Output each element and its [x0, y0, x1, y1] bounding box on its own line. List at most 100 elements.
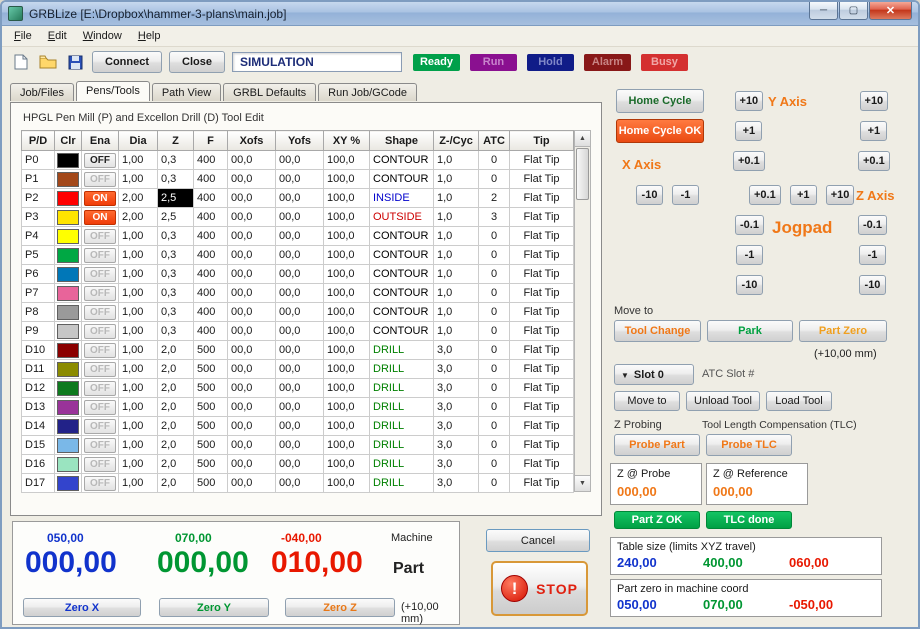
- cell-tip[interactable]: Flat Tip: [510, 322, 574, 341]
- jog-y-minus1[interactable]: -1: [736, 245, 763, 265]
- cell-color[interactable]: [55, 265, 82, 284]
- cell-shape[interactable]: CONTOUR: [370, 246, 434, 265]
- cell-pd[interactable]: P8: [22, 303, 55, 322]
- cell-enable[interactable]: OFF: [82, 265, 119, 284]
- part-zero-button[interactable]: Part Zero: [799, 320, 887, 342]
- cell-color[interactable]: [55, 436, 82, 455]
- cell-z[interactable]: 2,0: [158, 455, 194, 474]
- cell-xy[interactable]: 100,0: [324, 455, 370, 474]
- cell-xofs[interactable]: 00,0: [228, 208, 276, 227]
- cell-tip[interactable]: Flat Tip: [510, 455, 574, 474]
- cell-dia[interactable]: 1,00: [119, 284, 158, 303]
- cell-enable[interactable]: OFF: [82, 227, 119, 246]
- cell-atc[interactable]: 0: [479, 341, 510, 360]
- cell-xofs[interactable]: 00,0: [228, 360, 276, 379]
- cell-shape[interactable]: CONTOUR: [370, 227, 434, 246]
- cell-pd[interactable]: D14: [22, 417, 55, 436]
- cell-dia[interactable]: 1,00: [119, 227, 158, 246]
- enable-toggle[interactable]: OFF: [84, 476, 116, 491]
- cell-enable[interactable]: OFF: [82, 417, 119, 436]
- cancel-button[interactable]: Cancel: [486, 529, 590, 552]
- cell-f[interactable]: 400: [194, 322, 228, 341]
- cell-tip[interactable]: Flat Tip: [510, 265, 574, 284]
- cell-tip[interactable]: Flat Tip: [510, 189, 574, 208]
- cell-enable[interactable]: OFF: [82, 246, 119, 265]
- cell-shape[interactable]: DRILL: [370, 455, 434, 474]
- cell-yofs[interactable]: 00,0: [276, 265, 324, 284]
- cell-shape[interactable]: DRILL: [370, 436, 434, 455]
- home-cycle-ok-button[interactable]: Home Cycle OK: [616, 119, 704, 143]
- cell-xofs[interactable]: 00,0: [228, 265, 276, 284]
- cell-enable[interactable]: OFF: [82, 284, 119, 303]
- cell-atc[interactable]: 0: [479, 322, 510, 341]
- cell-pd[interactable]: D13: [22, 398, 55, 417]
- cell-f[interactable]: 500: [194, 474, 228, 493]
- cell-pd[interactable]: D10: [22, 341, 55, 360]
- atc-slot-dropdown[interactable]: ▼Slot 0: [614, 364, 694, 385]
- tab-job-files[interactable]: Job/Files: [10, 83, 74, 101]
- cell-xofs[interactable]: 00,0: [228, 379, 276, 398]
- cell-z[interactable]: 0,3: [158, 170, 194, 189]
- cell-z[interactable]: 0,3: [158, 246, 194, 265]
- cell-tip[interactable]: Flat Tip: [510, 341, 574, 360]
- cell-pd[interactable]: P6: [22, 265, 55, 284]
- cell-xofs[interactable]: 00,0: [228, 170, 276, 189]
- cell-xy[interactable]: 100,0: [324, 360, 370, 379]
- enable-toggle[interactable]: OFF: [84, 438, 116, 453]
- tool-change-button[interactable]: Tool Change: [614, 320, 701, 342]
- cell-atc[interactable]: 0: [479, 284, 510, 303]
- cell-tip[interactable]: Flat Tip: [510, 170, 574, 189]
- cell-yofs[interactable]: 00,0: [276, 227, 324, 246]
- cell-pd[interactable]: D15: [22, 436, 55, 455]
- cell-z[interactable]: 2,5: [158, 189, 194, 208]
- enable-toggle[interactable]: OFF: [84, 362, 116, 377]
- cell-zcyc[interactable]: 1,0: [434, 170, 479, 189]
- cell-yofs[interactable]: 00,0: [276, 151, 324, 170]
- cell-color[interactable]: [55, 189, 82, 208]
- cell-enable[interactable]: OFF: [82, 303, 119, 322]
- cell-z[interactable]: 0,3: [158, 265, 194, 284]
- jog-z-plus0-1[interactable]: +0.1: [858, 151, 890, 171]
- enable-toggle[interactable]: OFF: [84, 172, 116, 187]
- cell-enable[interactable]: OFF: [82, 474, 119, 493]
- cell-tip[interactable]: Flat Tip: [510, 360, 574, 379]
- cell-color[interactable]: [55, 246, 82, 265]
- cell-tip[interactable]: Flat Tip: [510, 474, 574, 493]
- cell-dia[interactable]: 1,00: [119, 360, 158, 379]
- jog-y-plus1[interactable]: +1: [735, 121, 762, 141]
- close-port-button[interactable]: Close: [169, 51, 225, 73]
- jog-z-plus1[interactable]: +1: [860, 121, 887, 141]
- cell-zcyc[interactable]: 3,0: [434, 417, 479, 436]
- cell-f[interactable]: 500: [194, 455, 228, 474]
- cell-dia[interactable]: 1,00: [119, 398, 158, 417]
- cell-xy[interactable]: 100,0: [324, 265, 370, 284]
- cell-tip[interactable]: Flat Tip: [510, 303, 574, 322]
- enable-toggle[interactable]: OFF: [84, 305, 116, 320]
- jog-y-minus0-1[interactable]: -0.1: [735, 215, 764, 235]
- jog-y-plus0-1[interactable]: +0.1: [733, 151, 765, 171]
- cell-xy[interactable]: 100,0: [324, 246, 370, 265]
- cell-zcyc[interactable]: 3,0: [434, 341, 479, 360]
- jog-z-plus10[interactable]: +10: [860, 91, 889, 111]
- cell-f[interactable]: 500: [194, 360, 228, 379]
- cell-atc[interactable]: 0: [479, 170, 510, 189]
- cell-f[interactable]: 400: [194, 208, 228, 227]
- cell-shape[interactable]: CONTOUR: [370, 284, 434, 303]
- enable-toggle[interactable]: OFF: [84, 229, 116, 244]
- cell-z[interactable]: 0,3: [158, 151, 194, 170]
- menu-help[interactable]: Help: [130, 27, 169, 45]
- cell-color[interactable]: [55, 208, 82, 227]
- cell-pd[interactable]: D16: [22, 455, 55, 474]
- cell-dia[interactable]: 1,00: [119, 303, 158, 322]
- cell-dia[interactable]: 1,00: [119, 265, 158, 284]
- cell-pd[interactable]: D17: [22, 474, 55, 493]
- tab-path-view[interactable]: Path View: [152, 83, 221, 101]
- cell-pd[interactable]: D11: [22, 360, 55, 379]
- jog-x-minus1[interactable]: -1: [672, 185, 699, 205]
- cell-xy[interactable]: 100,0: [324, 170, 370, 189]
- new-file-icon[interactable]: [11, 52, 31, 72]
- cell-shape[interactable]: DRILL: [370, 360, 434, 379]
- cell-xy[interactable]: 100,0: [324, 436, 370, 455]
- cell-z[interactable]: 0,3: [158, 303, 194, 322]
- cell-f[interactable]: 400: [194, 303, 228, 322]
